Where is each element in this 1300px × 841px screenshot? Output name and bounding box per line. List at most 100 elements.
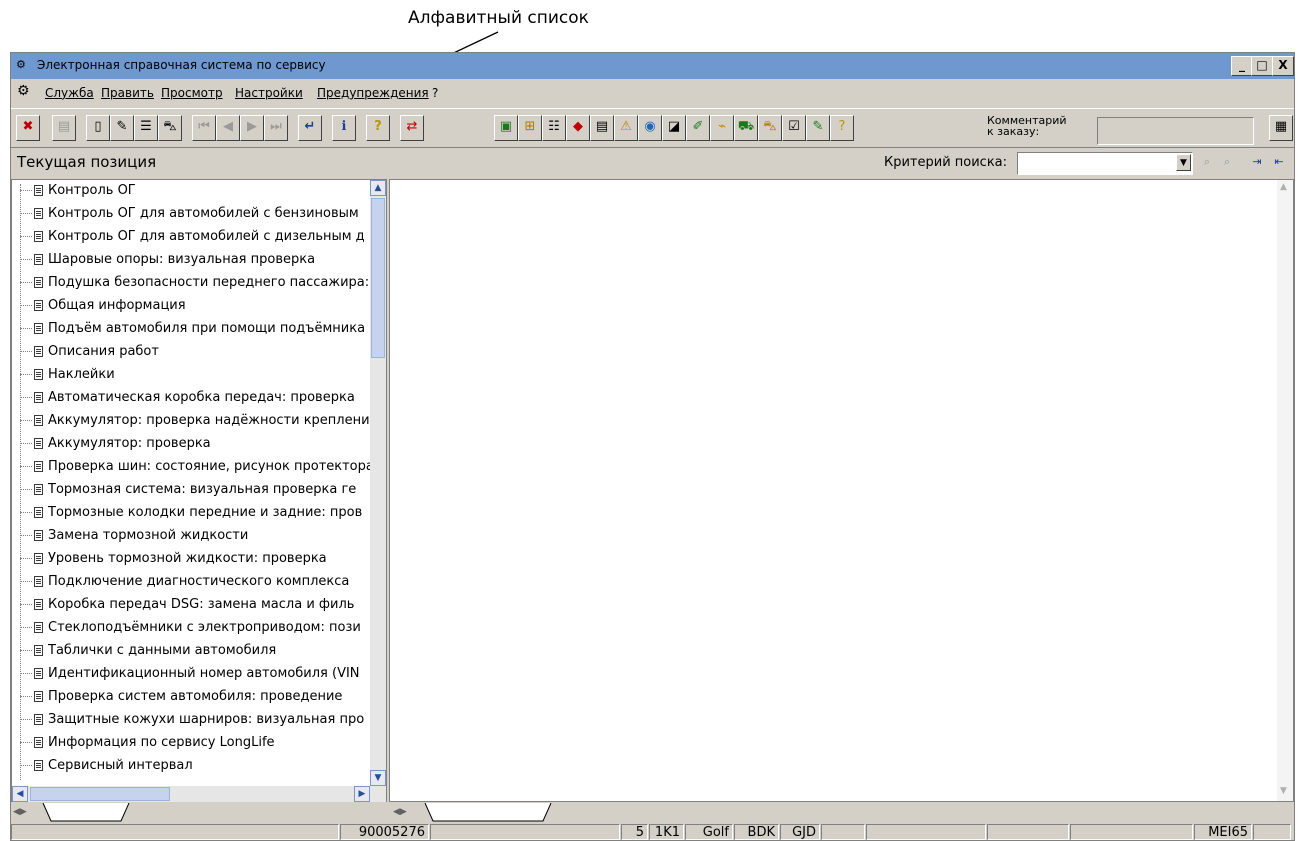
list-item[interactable]: Контроль ОГ для автомобилей с дизельным …: [20, 226, 365, 248]
list-item[interactable]: Таблички с данными автомобиля: [20, 640, 276, 662]
menu-edit[interactable]: Править: [101, 86, 154, 100]
document-icon: [34, 760, 43, 771]
info-icon[interactable]: ℹ: [332, 115, 356, 141]
pencil-icon[interactable]: ✐: [686, 115, 710, 141]
position-bar: Текущая позиция Критерий поиска: ▼ ⌕ ⌕ ⇥…: [11, 149, 1294, 177]
horizontal-scroll-thumb[interactable]: [30, 787, 170, 801]
minimize-button[interactable]: _: [1231, 56, 1253, 76]
list-item[interactable]: Описания работ: [20, 341, 159, 363]
scroll-thumb[interactable]: [371, 198, 385, 358]
checklist-icon[interactable]: ☑: [782, 115, 806, 141]
list-item[interactable]: Аккумулятор: проверка: [20, 433, 211, 455]
list-item[interactable]: Тормозная система: визуальная проверка г…: [20, 479, 356, 501]
panel-icon[interactable]: ◪: [662, 115, 686, 141]
document-vertical-scrollbar[interactable]: ▲ ▼: [1277, 180, 1293, 801]
exit-icon[interactable]: ✖: [16, 115, 40, 141]
doc-scroll-down-icon[interactable]: ▼: [1280, 786, 1287, 796]
list-item[interactable]: Коробка передач DSG: замена масла и филь: [20, 594, 354, 616]
search-icon[interactable]: ⌕: [1197, 152, 1217, 172]
menu-help[interactable]: ?: [432, 86, 438, 100]
list-item[interactable]: Подключение диагностического комплекса: [20, 571, 349, 593]
list-item[interactable]: Замена тормозной жидкости: [20, 525, 248, 547]
list-item[interactable]: Подушка безопасности переднего пассажира…: [20, 272, 369, 294]
vehicle-icon[interactable]: ⛍: [158, 115, 182, 141]
print-icon[interactable]: ▤: [52, 115, 76, 141]
list-item[interactable]: Контроль ОГ: [20, 180, 136, 202]
doc-scroll-up-icon[interactable]: ▲: [1280, 182, 1287, 192]
module-icon[interactable]: ▣: [494, 115, 518, 141]
next-page-icon[interactable]: ▶: [240, 115, 264, 141]
book-icon[interactable]: ◆: [566, 115, 590, 141]
service-car-icon[interactable]: ⛍: [758, 115, 782, 141]
list-item[interactable]: Тормозные колодки передние и задние: про…: [20, 502, 362, 524]
previous-page-icon[interactable]: ◀: [216, 115, 240, 141]
menu-service[interactable]: Служба: [45, 86, 94, 100]
list-item[interactable]: Идентификационный номер автомобиля (VIN: [20, 663, 360, 685]
document-icon: [34, 645, 43, 656]
warning-icon[interactable]: ⚠: [614, 115, 638, 141]
menu-app-icon[interactable]: ⚙: [17, 83, 30, 99]
form-icon[interactable]: ▤: [590, 115, 614, 141]
up-level-icon[interactable]: ↵: [298, 115, 322, 141]
tools-icon[interactable]: ✎: [806, 115, 830, 141]
right-tab[interactable]: [423, 803, 563, 823]
help-icon[interactable]: ?: [366, 115, 390, 141]
list-item[interactable]: Сервисный интервал: [20, 755, 193, 777]
left-tab-nav-icon[interactable]: ◀▶: [13, 805, 43, 820]
document-icon: [34, 231, 43, 242]
right-tab-nav-icon[interactable]: ◀▶: [393, 805, 423, 820]
scroll-down-icon[interactable]: ▼: [370, 770, 386, 786]
search-next-icon[interactable]: ⌕: [1217, 152, 1237, 172]
list-horizontal-scrollbar[interactable]: ◀ ▶: [12, 786, 386, 802]
status-gearbox-code: GJD: [780, 824, 820, 840]
tag-icon[interactable]: ⌁: [710, 115, 734, 141]
menu-settings[interactable]: Настройки: [235, 86, 303, 100]
list-item[interactable]: Контроль ОГ для автомобилей с бензиновым: [20, 203, 359, 225]
list-item[interactable]: Информация по сервису LongLife: [20, 732, 275, 754]
collapse-icon[interactable]: ⇤: [1269, 152, 1289, 172]
list-item[interactable]: Наклейки: [20, 364, 115, 386]
menu-warnings[interactable]: Предупреждения: [317, 86, 429, 100]
list-document-icon[interactable]: ☰: [134, 115, 158, 141]
left-tab-strip: ◀▶: [11, 803, 387, 823]
first-page-icon[interactable]: ⏮: [192, 115, 216, 141]
car-icon[interactable]: ⛟: [734, 115, 758, 141]
list-item[interactable]: Стеклоподъёмники с электроприводом: пози: [20, 617, 361, 639]
comment-edit-icon[interactable]: ▦: [1269, 115, 1293, 141]
scroll-up-icon[interactable]: ▲: [370, 180, 386, 196]
edit-document-icon[interactable]: ✎: [110, 115, 134, 141]
new-document-icon[interactable]: ▯: [86, 115, 110, 141]
list-item[interactable]: Проверка систем автомобиля: проведение: [20, 686, 342, 708]
globe-icon[interactable]: ◉: [638, 115, 662, 141]
search-criteria-select[interactable]: ▼: [1017, 152, 1193, 175]
stack-icon[interactable]: ☷: [542, 115, 566, 141]
swap-icon[interactable]: ⇄: [400, 115, 424, 141]
maximize-button[interactable]: □: [1251, 56, 1273, 76]
scroll-left-icon[interactable]: ◀: [12, 786, 28, 802]
list-vertical-scrollbar[interactable]: ▲ ▼: [370, 180, 386, 786]
expand-icon[interactable]: ⇥: [1247, 152, 1267, 172]
document-icon: [34, 300, 43, 311]
menu-view[interactable]: Просмотр: [161, 86, 223, 100]
document-icon: [34, 484, 43, 495]
list-item[interactable]: Уровень тормозной жидкости: проверка: [20, 548, 327, 570]
chevron-down-icon[interactable]: ▼: [1176, 154, 1191, 171]
list-item[interactable]: Общая информация: [20, 295, 186, 317]
last-page-icon[interactable]: ⏭: [264, 115, 288, 141]
comment-field[interactable]: [1097, 117, 1254, 145]
left-tab[interactable]: [41, 803, 141, 823]
scroll-right-icon[interactable]: ▶: [354, 786, 370, 802]
close-button[interactable]: X: [1272, 56, 1294, 76]
list-item[interactable]: Автоматическая коробка передач: проверка: [20, 387, 355, 409]
list-item[interactable]: Защитные кожухи шарниров: визуальная про: [20, 709, 364, 731]
grid-icon[interactable]: ⊞: [518, 115, 542, 141]
list-item[interactable]: Шаровые опоры: визуальная проверка: [20, 249, 315, 271]
list-item[interactable]: Аккумулятор: проверка надёжности креплен…: [20, 410, 370, 432]
list-item[interactable]: Проверка шин: состояние, рисунок протект…: [20, 456, 370, 478]
doc-help-icon[interactable]: ?: [830, 115, 854, 141]
document-icon: [34, 737, 43, 748]
document-icon: [34, 369, 43, 380]
list-item[interactable]: Подъём автомобиля при помощи подъёмника: [20, 318, 365, 340]
document-icon: [34, 254, 43, 265]
alphabetical-list: Контроль ОГ Контроль ОГ для автомобилей …: [12, 180, 370, 788]
